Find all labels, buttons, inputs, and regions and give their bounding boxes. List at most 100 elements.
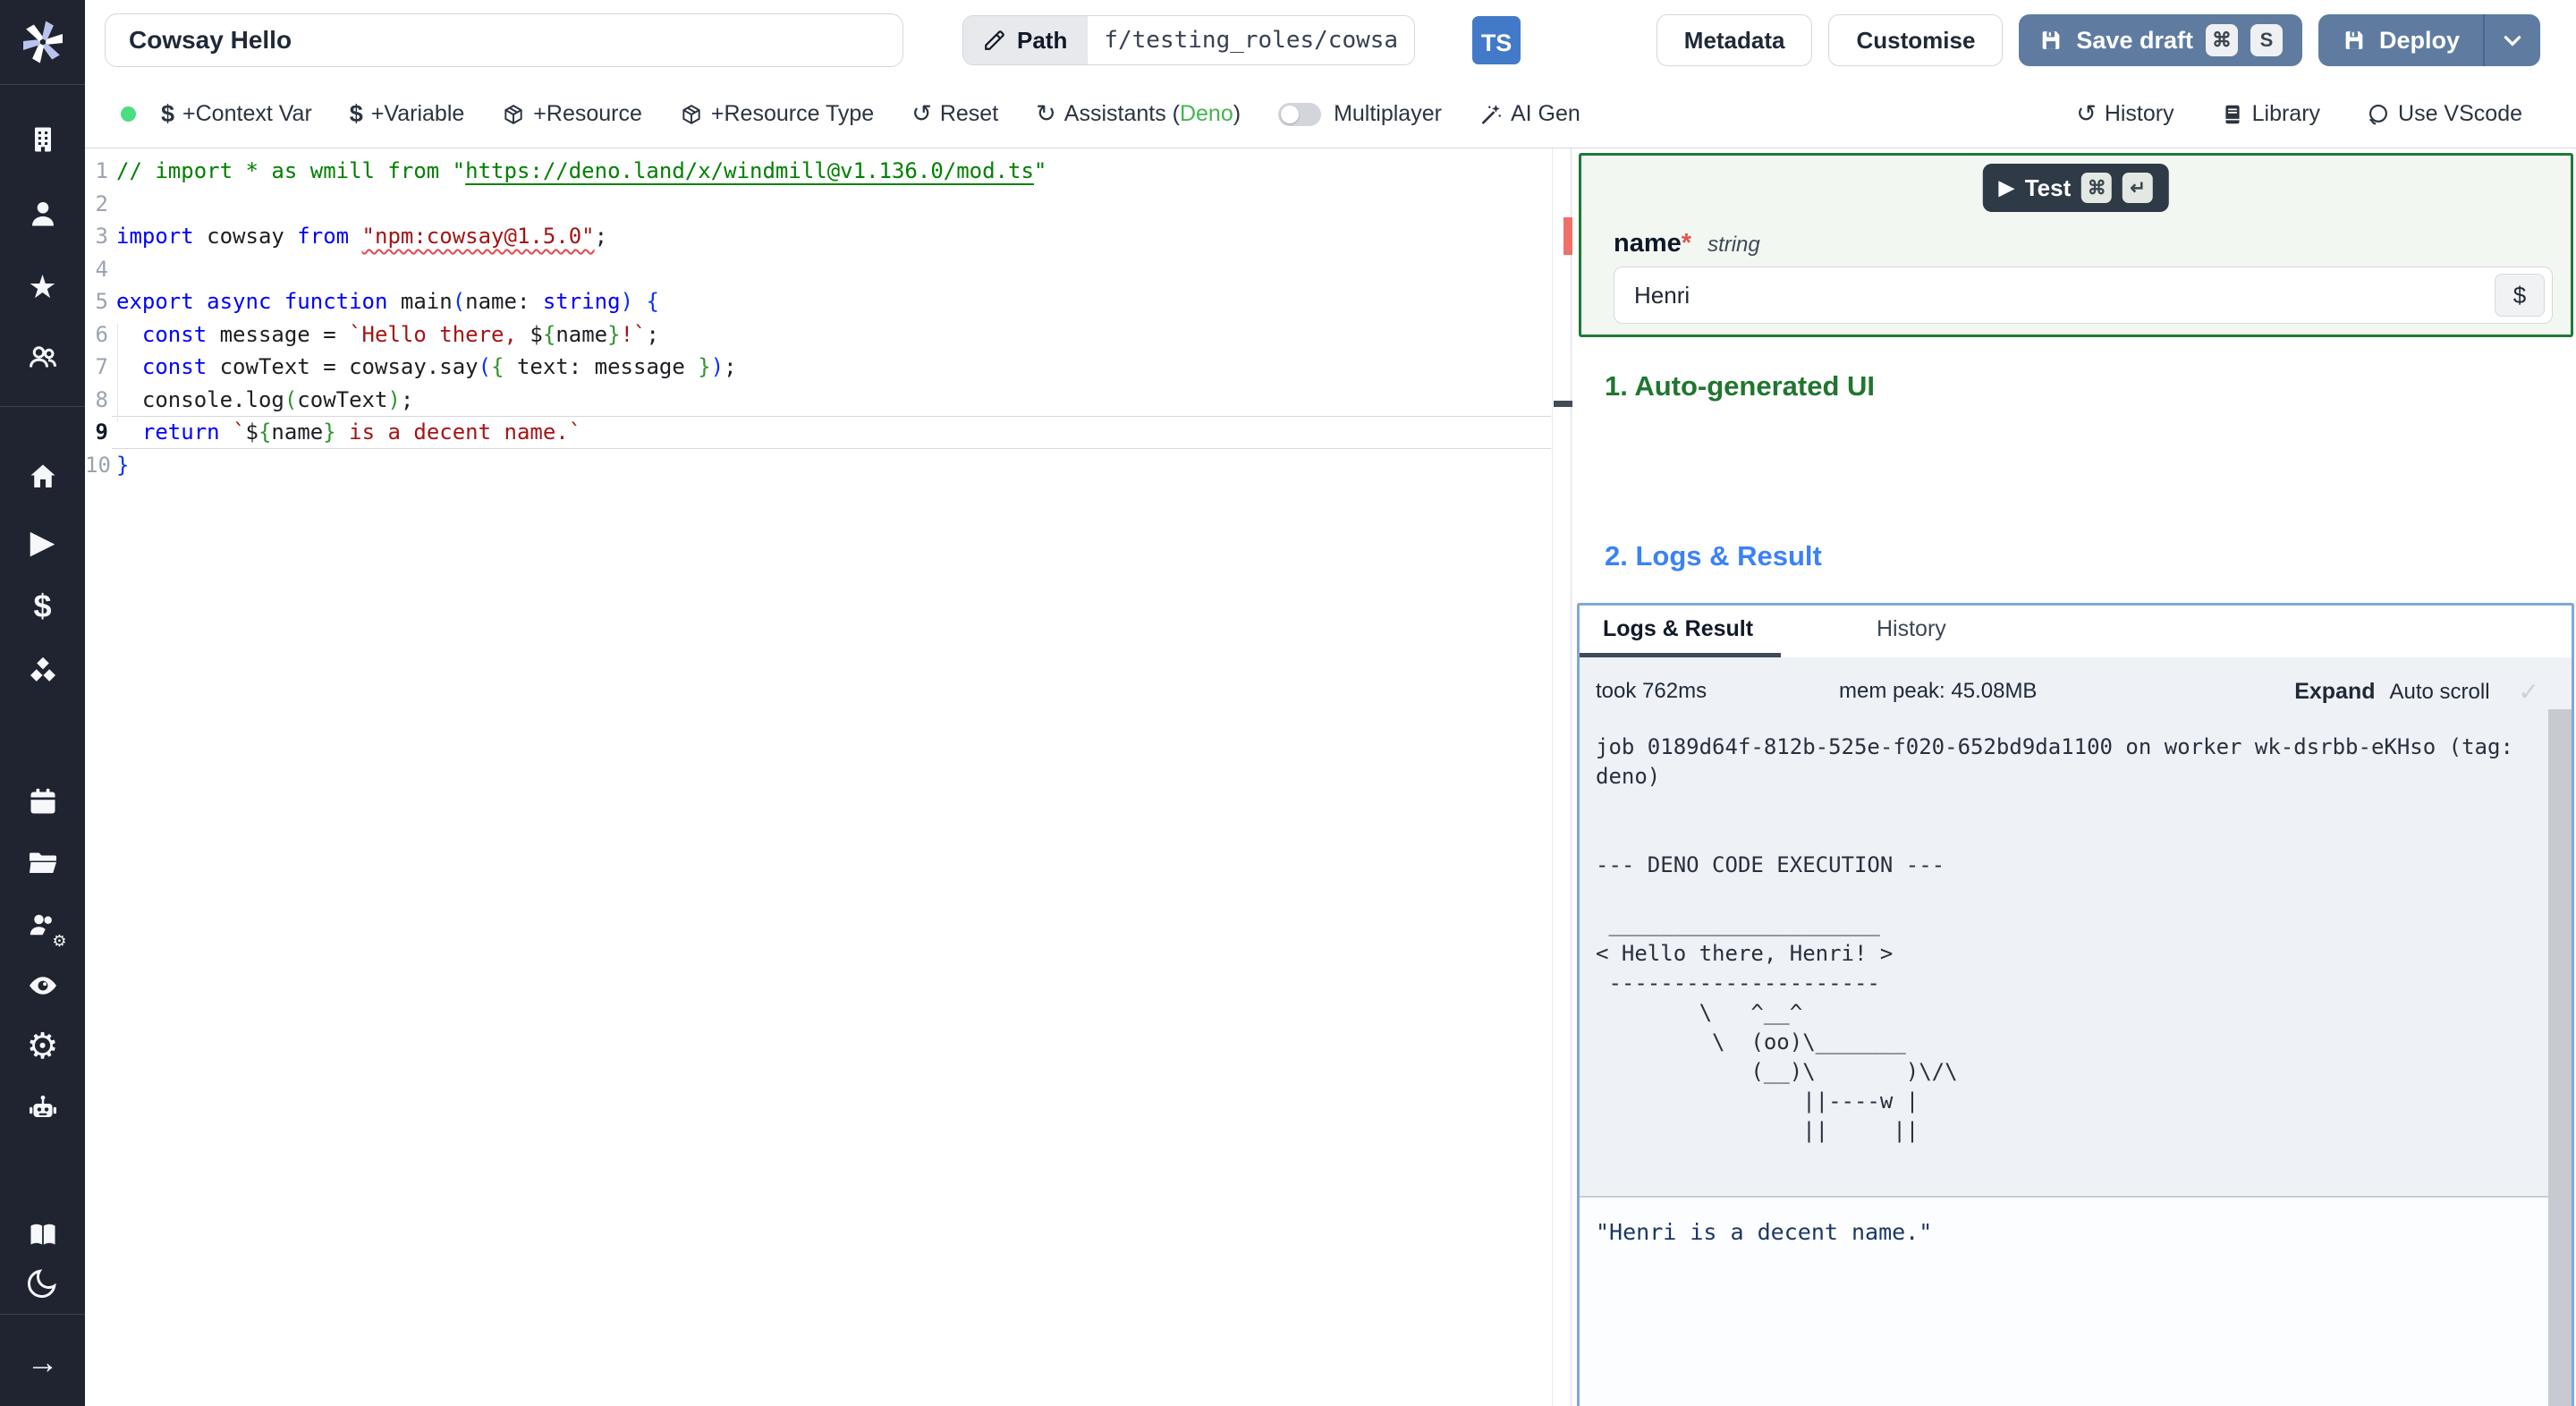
reset-button[interactable]: ↺ Reset (911, 101, 998, 127)
path-label: Path (1017, 26, 1068, 54)
wand-icon (1481, 104, 1502, 124)
topbar: Path f/testing_roles/cowsa TS Metadata C… (85, 0, 2576, 80)
path-button[interactable]: Path f/testing_roles/cowsa (962, 15, 1416, 65)
dollar-icon: $ (349, 100, 363, 127)
customise-button[interactable]: Customise (1828, 14, 2004, 66)
expand-button[interactable]: Expand (2294, 679, 2375, 705)
line-number: 5 (95, 289, 108, 314)
code-line[interactable]: 9 return `${name} is a decent name.` (85, 416, 1571, 449)
code-line[interactable]: 6 const message = `Hello there, ${name}!… (85, 318, 1571, 352)
sidebar-expand-button[interactable]: → (22, 1342, 64, 1383)
sidebar-divider (0, 406, 85, 407)
duration-stat: took 762ms (1596, 679, 1707, 703)
use-vscode-button[interactable]: Use VScode (2367, 101, 2522, 127)
calendar-icon (30, 788, 55, 814)
metadata-button[interactable]: Metadata (1656, 14, 1813, 66)
sidebar-item-ai[interactable] (22, 1088, 64, 1130)
deploy-button[interactable]: Deploy (2318, 14, 2483, 66)
code-text: export async function main(name: string)… (116, 289, 659, 314)
sidebar-item-groups[interactable]: ⚙ (22, 904, 67, 949)
sidebar-item-schedules[interactable] (22, 781, 64, 822)
line-number: 9 (95, 419, 108, 445)
sidebar-item-members[interactable] (22, 337, 64, 378)
code-editor[interactable]: 1 // import * as wmill from "https://deno… (85, 148, 1578, 1406)
line-number: 4 (95, 256, 108, 282)
line-number: 7 (95, 354, 108, 379)
sidebar-item-variables[interactable]: $ (22, 586, 64, 627)
tab-logs-result[interactable]: Logs & Result (1603, 606, 1753, 653)
sidebar-item-home[interactable] (22, 456, 64, 497)
book-open-icon (30, 1224, 55, 1245)
section-logs-result: 2. Logs & Result (1605, 540, 1822, 572)
arg-name-input[interactable] (1614, 267, 2553, 324)
sidebar-item-runs[interactable]: ▶ (22, 521, 64, 563)
library-button[interactable]: Library (2221, 101, 2320, 127)
line-number: 10 (85, 452, 111, 478)
ai-gen-button[interactable]: AI Gen (1479, 101, 1580, 127)
tab-history[interactable]: History (1877, 606, 1946, 653)
code-line[interactable]: 10} (85, 449, 1571, 482)
play-icon: ▶ (1998, 176, 2014, 199)
logs-scrollbar[interactable] (2548, 709, 2572, 1406)
pencil-icon (985, 30, 1004, 50)
sidebar-item-user[interactable] (22, 193, 64, 234)
sidebar-item-audit-logs[interactable] (22, 965, 64, 1006)
user-icon (31, 201, 54, 226)
moon-icon (27, 1269, 56, 1298)
cubes-icon (30, 656, 55, 682)
deploy-label: Deploy (2378, 26, 2460, 54)
deploy-dropdown-button[interactable] (2485, 14, 2540, 66)
gear-icon: ⚙ (52, 932, 67, 950)
assistants-button[interactable]: ↻ Assistants (Deno) (1036, 101, 1241, 127)
gear-icon: ⚙ (26, 1027, 59, 1066)
kbd-enter: ↵ (2123, 173, 2154, 203)
sidebar-item-settings[interactable]: ⚙ (22, 1026, 64, 1067)
memory-stat: mem peak: 45.08MB (1839, 679, 2038, 703)
save-draft-button[interactable]: Save draft ⌘ S (2019, 14, 2302, 66)
kbd-s: S (2250, 24, 2283, 56)
arg-name-label: name (1614, 229, 1682, 258)
chevron-down-icon (2504, 36, 2521, 47)
dollar-icon: $ (33, 588, 52, 624)
code-line[interactable]: 8 console.log(cowText); (85, 384, 1571, 417)
windmill-logo-icon[interactable] (18, 17, 68, 67)
insert-variable-button[interactable]: $ (2495, 274, 2545, 317)
add-context-var-button[interactable]: $ +Context Var (161, 101, 312, 127)
book-icon (2225, 105, 2240, 123)
sidebar-item-resources[interactable] (22, 651, 64, 692)
code-line[interactable]: 4 (85, 253, 1571, 286)
deploy-split-button: Deploy (2318, 14, 2540, 66)
package-icon (504, 104, 522, 124)
code-line[interactable]: 3 import cowsay from "npm:cowsay@1.5.0"; (85, 220, 1571, 253)
code-text: const cowText = cowsay.say({ text: messa… (141, 354, 737, 379)
save-draft-label: Save draft (2076, 26, 2193, 54)
line-number: 8 (95, 386, 108, 412)
sidebar-item-dark-mode[interactable] (22, 1262, 64, 1303)
test-label: Test (2024, 174, 2072, 201)
kbd-cmd: ⌘ (2205, 24, 2238, 56)
code-line[interactable]: 5 export async function main(name: string… (85, 285, 1571, 318)
code-text: const message = `Hello there, ${name}!`; (141, 321, 659, 347)
status-dot (121, 106, 136, 122)
section-auto-generated-ui: 1. Auto-generated UI (1605, 370, 1875, 402)
autoscroll-checkbox[interactable]: ✓ (2519, 677, 2539, 707)
code-text: import cowsay from "npm:cowsay@1.5.0"; (116, 224, 608, 249)
line-number: 1 (95, 158, 108, 183)
sidebar-item-workspace[interactable] (22, 119, 64, 160)
script-title-input[interactable] (105, 13, 903, 67)
refresh-icon: ↻ (1036, 100, 1056, 127)
code-line[interactable]: 7 const cowText = cowsay.say({ text: mes… (85, 351, 1571, 384)
multiplayer-toggle[interactable] (1278, 102, 1322, 126)
typescript-badge: TS (1472, 16, 1521, 64)
code-line[interactable]: 1 // import * as wmill from "https://deno… (85, 155, 1571, 188)
sidebar-item-folders[interactable] (22, 842, 64, 883)
sidebar-item-docs[interactable] (22, 1215, 64, 1256)
add-resource-type-button[interactable]: +Resource Type (680, 101, 874, 127)
history-button[interactable]: ↺ History (2076, 101, 2174, 127)
code-line[interactable]: 2 (85, 188, 1571, 221)
folder-icon (29, 852, 56, 873)
add-variable-button[interactable]: $ +Variable (350, 101, 465, 127)
test-button[interactable]: ▶ Test ⌘ ↵ (1982, 164, 2170, 212)
sidebar-item-favorites[interactable]: ★ (22, 267, 64, 308)
add-resource-button[interactable]: +Resource (502, 101, 642, 127)
